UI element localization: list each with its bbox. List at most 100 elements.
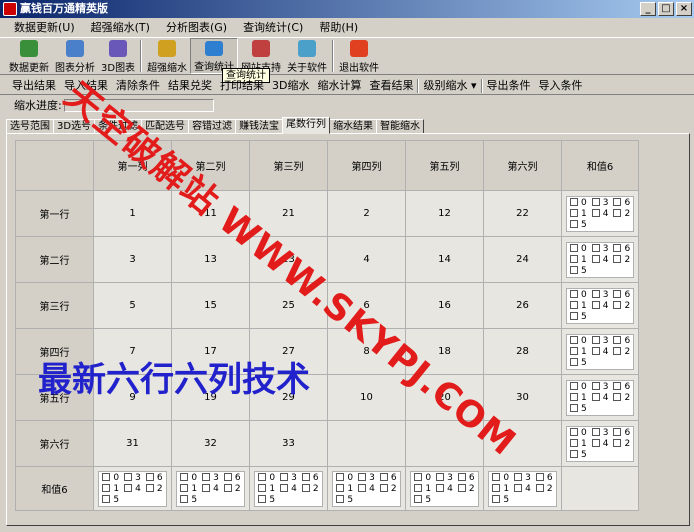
checkbox-option[interactable]: 5 [570, 219, 587, 230]
checkbox[interactable] [570, 243, 578, 252]
menu-item[interactable]: 数据更新(U) [6, 18, 83, 37]
checkbox[interactable] [570, 219, 578, 228]
checkbox[interactable] [613, 427, 622, 436]
checkbox-option[interactable]: 2 [613, 254, 630, 265]
checkbox[interactable] [613, 381, 622, 390]
grid-cell[interactable]: 18 [405, 328, 484, 375]
checkbox-option[interactable]: 0 [492, 472, 509, 483]
grid-cell[interactable]: 30 [483, 374, 562, 421]
checkbox-option[interactable]: 2 [613, 346, 630, 357]
checkbox-option[interactable]: 0 [570, 289, 587, 300]
checkbox[interactable] [457, 472, 466, 481]
grid-cell[interactable]: 15 [171, 282, 250, 329]
checkbox-option[interactable]: 2 [613, 392, 630, 403]
checkbox-option[interactable]: 2 [535, 483, 553, 494]
checkbox-option[interactable]: 3 [591, 289, 608, 300]
checkbox[interactable] [145, 483, 154, 492]
checkbox-option[interactable]: 4 [591, 346, 608, 357]
checkbox-option[interactable]: 6 [613, 243, 630, 254]
checkbox[interactable] [613, 300, 622, 309]
grid-cell[interactable]: 7 [93, 328, 172, 375]
checkbox-option[interactable]: 4 [358, 483, 375, 494]
checkbox[interactable] [591, 335, 600, 344]
checkbox[interactable] [145, 472, 154, 481]
tab[interactable]: 容错过滤 [188, 119, 237, 134]
checkbox-option[interactable]: 3 [591, 197, 608, 208]
checkbox-option[interactable]: 0 [336, 472, 353, 483]
tab[interactable]: 缩水结果 [329, 119, 378, 134]
command-button[interactable]: 3D缩水 [268, 77, 313, 94]
checkbox[interactable] [358, 472, 367, 481]
minimize-button[interactable]: _ [640, 2, 656, 16]
checkbox-option[interactable]: 1 [570, 392, 587, 403]
checkbox[interactable] [591, 197, 600, 206]
tab[interactable]: 选号范围 [6, 119, 54, 134]
checkbox[interactable] [180, 483, 189, 492]
grid-cell[interactable]: 33 [249, 420, 328, 467]
checkbox[interactable] [336, 483, 345, 492]
grid-cell[interactable]: 9 [93, 374, 172, 421]
checkbox-option[interactable]: 0 [570, 197, 587, 208]
checkbox-option[interactable]: 4 [280, 483, 297, 494]
grid-cell[interactable]: 8 [327, 328, 406, 375]
checkbox-option[interactable]: 1 [102, 483, 119, 494]
checkbox[interactable] [613, 197, 622, 206]
checkbox[interactable] [436, 483, 445, 492]
checkbox-option[interactable]: 3 [436, 472, 453, 483]
command-button[interactable]: 级别缩水 ▾ [419, 77, 480, 94]
grid-cell[interactable]: 19 [171, 374, 250, 421]
checkbox[interactable] [223, 483, 232, 492]
checkbox[interactable] [258, 472, 267, 481]
grid-cell[interactable]: 32 [171, 420, 250, 467]
checkbox-option[interactable]: 4 [591, 438, 608, 449]
checkbox-option[interactable]: 1 [570, 208, 587, 219]
checkbox[interactable] [570, 289, 578, 298]
checkbox[interactable] [492, 483, 501, 492]
checkbox[interactable] [180, 472, 189, 481]
grid-cell[interactable]: 4 [327, 236, 406, 283]
menu-item[interactable]: 查询统计(C) [235, 18, 311, 37]
checkbox-option[interactable]: 6 [379, 472, 397, 483]
checkbox[interactable] [591, 381, 600, 390]
checkbox-option[interactable]: 6 [223, 472, 241, 483]
checkbox-option[interactable]: 4 [591, 208, 608, 219]
checkbox[interactable] [570, 403, 578, 412]
toolbar-button[interactable]: 3D图表 [98, 38, 138, 74]
checkbox[interactable] [258, 483, 267, 492]
checkbox[interactable] [414, 483, 423, 492]
checkbox-option[interactable]: 4 [591, 254, 608, 265]
checkbox-option[interactable]: 4 [591, 300, 608, 311]
checkbox-option[interactable]: 5 [570, 449, 587, 460]
checkbox-option[interactable]: 5 [570, 311, 587, 322]
checkbox-option[interactable]: 6 [613, 289, 630, 300]
checkbox[interactable] [591, 254, 600, 263]
checkbox-option[interactable]: 6 [613, 427, 630, 438]
checkbox-option[interactable]: 1 [570, 346, 587, 357]
grid-cell[interactable]: 29 [249, 374, 328, 421]
grid-cell[interactable]: 5 [93, 282, 172, 329]
checkbox[interactable] [202, 483, 211, 492]
checkbox[interactable] [570, 197, 578, 206]
checkbox-option[interactable]: 0 [180, 472, 197, 483]
checkbox-option[interactable]: 6 [301, 472, 319, 483]
grid-cell[interactable]: 10 [327, 374, 406, 421]
checkbox-option[interactable]: 5 [336, 494, 353, 505]
checkbox-option[interactable]: 0 [570, 427, 587, 438]
checkbox[interactable] [570, 381, 578, 390]
checkbox[interactable] [514, 483, 523, 492]
command-button[interactable]: 结果兑奖 [164, 77, 216, 94]
checkbox[interactable] [379, 472, 388, 481]
checkbox[interactable] [613, 208, 622, 217]
checkbox[interactable] [280, 472, 289, 481]
checkbox-option[interactable]: 1 [570, 300, 587, 311]
checkbox-option[interactable]: 5 [180, 494, 197, 505]
tab[interactable]: 条件过滤 [94, 119, 143, 134]
grid-cell[interactable]: 2 [327, 190, 406, 237]
checkbox[interactable] [613, 438, 622, 447]
toolbar-button[interactable]: 数据更新 [6, 38, 52, 74]
grid-cell[interactable]: 28 [483, 328, 562, 375]
checkbox[interactable] [570, 300, 578, 309]
checkbox-option[interactable]: 4 [591, 392, 608, 403]
grid-cell[interactable]: 11 [171, 190, 250, 237]
checkbox-option[interactable]: 2 [223, 483, 241, 494]
